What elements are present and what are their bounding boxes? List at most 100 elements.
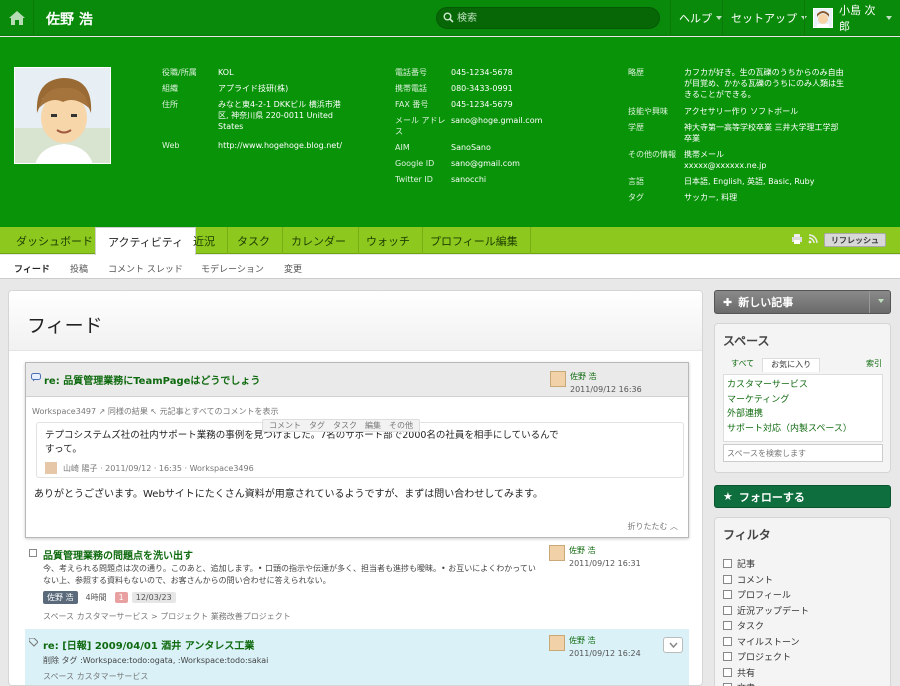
help-menu[interactable]: ヘルプ [670, 0, 730, 36]
checkbox[interactable] [723, 621, 732, 631]
duration-badge: 4時間 [85, 593, 107, 602]
feed-card: re: 品質管理業務にTeamPageはどうでしょう 佐野 浩 2011/09/… [25, 362, 689, 538]
home-icon [8, 11, 25, 25]
feed-item-title[interactable]: 品質管理業務の問題点を洗い出す [43, 547, 193, 562]
tag-action[interactable]: タグ [309, 420, 325, 431]
space-tab-all[interactable]: すべて [723, 358, 762, 372]
checkbox[interactable] [723, 636, 732, 646]
checkbox[interactable] [723, 652, 732, 662]
feed-item-description: 今、考えられる問題点は次の通り。このあと、追加します。• 口頭の指示や伝達が多く… [43, 564, 536, 585]
filter-option[interactable]: 近況アップデート [723, 603, 809, 619]
author-name[interactable]: 佐野 浩 [569, 635, 641, 646]
card-breadcrumbs[interactable]: Workspace3497 ↗ 同様の結果 ↖ 元記事とすべてのコメントを表示 [32, 406, 279, 417]
current-user-name: 小島 次郎 [839, 4, 876, 33]
filter-option[interactable]: タスク [723, 618, 809, 634]
collapse-button[interactable]: 折りたたむ ︿ [627, 521, 678, 532]
chevron-down-icon [668, 642, 678, 648]
checkbox[interactable] [723, 605, 732, 615]
post-time: 2011/09/12 16:36 [570, 385, 642, 394]
print-icon[interactable] [792, 234, 802, 244]
new-article-button[interactable]: ✚ 新しい記事 [714, 290, 891, 314]
space-tabs: すべて お気に入り [723, 358, 883, 372]
more-action[interactable]: その他 [389, 420, 413, 431]
tab-calendar[interactable]: カレンダー [279, 227, 359, 254]
avatar [813, 8, 833, 28]
feed-item-space[interactable]: スペース カスタマーサービス > プロジェクト 業務改善プロジェクト [43, 611, 291, 622]
profile-col-2: 電話番号 045-1234-5678 携帯電話 080-3433-0991 FAX … [395, 68, 543, 184]
index-link[interactable]: 索引 [866, 358, 882, 369]
filter-option[interactable]: プロジェクト [723, 649, 809, 665]
comment-action[interactable]: コメント [269, 420, 301, 431]
checkbox[interactable] [723, 559, 732, 569]
chevron-down-icon [886, 16, 892, 20]
setup-menu[interactable]: セットアップ [722, 0, 815, 36]
filter-option[interactable]: コメント [723, 572, 809, 588]
profile-col-1: 役職/所属 KOL 組織 アプライド技研(株) 住所 みなと東4-2-1 DKKビル … [162, 68, 343, 151]
rss-icon[interactable] [808, 234, 818, 244]
task-checkbox-icon[interactable] [29, 549, 37, 557]
feed-item-title[interactable]: re: [日報] 2009/04/01 酒井 アンタレス工業 [43, 637, 254, 652]
search-box[interactable] [436, 7, 660, 29]
comment-body: ありがとうございます。Webサイトにたくさん資料が用意されているようですが、まず… [34, 489, 544, 500]
spaces-heading: スペース [723, 334, 770, 348]
avatar [550, 371, 566, 387]
profile-col-3: 略歴 カフカが好き。生の瓦礫のうちからのみ自由が目覚め、かかる瓦礫のうちにのみ人類… [628, 68, 844, 202]
space-tab-favorites[interactable]: お気に入り [762, 358, 821, 372]
tab-tools [792, 234, 818, 244]
subnav-changes[interactable]: 変更 [284, 262, 302, 275]
avatar [549, 635, 565, 651]
filter-option[interactable]: 文書 [723, 680, 809, 686]
home-button[interactable] [0, 0, 34, 36]
setup-label: セットアップ [731, 12, 797, 25]
filter-panel: フィルタ 記事 コメント プロフィール 近況アップデート タスク マイルストーン… [714, 517, 891, 686]
space-search-input[interactable] [723, 444, 883, 462]
tag-icon [29, 638, 38, 647]
space-link[interactable]: 外部連携 [727, 407, 879, 422]
item-menu-button[interactable] [663, 637, 683, 653]
task-action[interactable]: タスク [333, 420, 357, 431]
space-link[interactable]: サポート対応（内製スペース） [727, 422, 879, 437]
feed-item-space[interactable]: スペース カスタマーサービス [43, 671, 148, 682]
comment-icon [31, 373, 41, 382]
tab-status[interactable]: 近況 [181, 227, 228, 254]
website-link[interactable]: http://www.hogehoge.blog.net/ [218, 140, 342, 151]
profile-photo [14, 67, 111, 164]
subnav-feed[interactable]: フィード [14, 262, 50, 275]
author-name[interactable]: 佐野 浩 [570, 371, 642, 382]
filter-option[interactable]: 共有 [723, 665, 809, 681]
feed-item-title[interactable]: re: 品質管理業務にTeamPageはどうでしょう [44, 372, 260, 387]
owner-badge[interactable]: 佐野 浩 [43, 591, 78, 604]
edit-action[interactable]: 編集 [365, 420, 381, 431]
plus-icon: ✚ [723, 295, 733, 309]
checkbox[interactable] [723, 574, 732, 584]
count-badge: 1 [114, 592, 128, 603]
due-date-badge: 12/03/23 [131, 592, 176, 603]
tab-tasks[interactable]: タスク [225, 227, 283, 254]
follow-button[interactable]: ★ フォローする [714, 485, 891, 508]
filter-option[interactable]: マイルストーン [723, 634, 809, 650]
top-bar: 佐野 浩 ヘルプ セットアップ 小島 次郎 [0, 0, 900, 36]
search-input[interactable] [457, 10, 653, 26]
checkbox[interactable] [723, 590, 732, 600]
card-actions: コメント タグ タスク 編集 その他 [262, 419, 420, 432]
subnav-moderation[interactable]: モデレーション [201, 262, 264, 275]
chevron-down-icon[interactable] [878, 299, 884, 303]
tab-watch[interactable]: ウォッチ [354, 227, 423, 254]
filter-option[interactable]: 記事 [723, 556, 809, 572]
spaces-panel: スペース すべて お気に入り 索引 カスタマーサービス マーケティング 外部連携… [714, 323, 891, 473]
tab-dashboard[interactable]: ダッシュボード [4, 227, 106, 254]
refresh-button[interactable]: リフレッシュ [824, 233, 886, 247]
subnav-comment-threads[interactable]: コメント スレッド [108, 262, 183, 275]
space-link[interactable]: マーケティング [727, 393, 879, 408]
quoted-text: テプコシステムズ社の社内サポート業務の事例を見つけました。7名のサポート部で20… [45, 430, 559, 455]
space-link[interactable]: カスタマーサービス [727, 378, 879, 393]
author-name[interactable]: 佐野 浩 [569, 545, 641, 556]
filter-option[interactable]: プロフィール [723, 587, 809, 603]
email-link[interactable]: sano@hoge.gmail.com [451, 115, 542, 137]
checkbox[interactable] [723, 667, 732, 677]
subnav-posts[interactable]: 投稿 [70, 262, 88, 275]
profile-panel: 役職/所属 KOL 組織 アプライド技研(株) 住所 みなと東4-2-1 DKKビル … [0, 37, 900, 227]
tab-profile-edit[interactable]: プロフィール編集 [418, 227, 531, 254]
feed-item: 品質管理業務の問題点を洗い出す 佐野 浩 2011/09/12 16:31 今、… [25, 545, 689, 621]
user-menu[interactable]: 小島 次郎 [804, 0, 900, 36]
